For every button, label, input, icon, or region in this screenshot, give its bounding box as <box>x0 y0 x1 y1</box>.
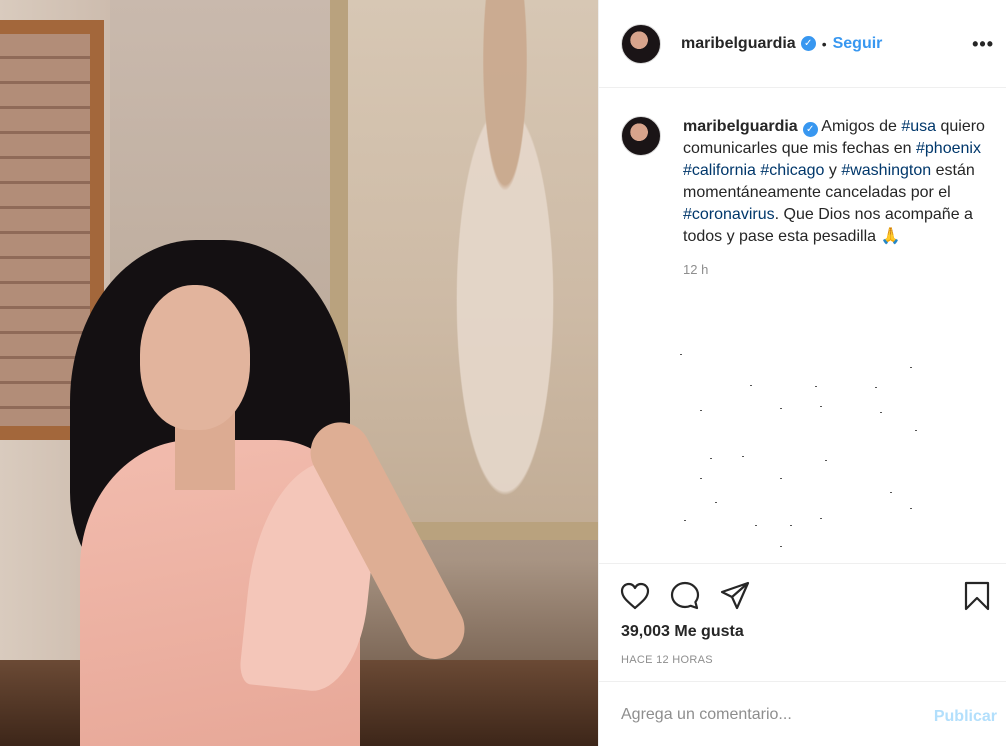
hashtag-link[interactable]: #chicago <box>760 162 824 179</box>
hashtag-link[interactable]: #usa <box>901 118 936 135</box>
avatar[interactable] <box>621 23 661 64</box>
hashtag-link[interactable]: #phoenix <box>916 140 981 157</box>
header-separator: • <box>821 35 827 52</box>
compression-specks <box>660 350 940 550</box>
hashtag-link[interactable]: #washington <box>841 162 931 179</box>
caption-text-part: y <box>824 162 842 179</box>
caption-username[interactable]: maribelguardia <box>683 118 798 135</box>
bookmark-icon[interactable] <box>961 580 993 612</box>
share-icon[interactable] <box>719 580 751 612</box>
hashtag-link[interactable]: #california <box>683 162 756 179</box>
photo-painting <box>430 0 580 500</box>
header-username[interactable]: maribelguardia <box>681 35 796 53</box>
caption-avatar[interactable] <box>621 116 661 156</box>
heart-icon[interactable] <box>619 580 651 612</box>
more-icon[interactable]: ••• <box>972 34 994 55</box>
action-icons <box>619 580 751 612</box>
caption-text: maribelguardia ✓ Amigos de #usa quiero co… <box>683 116 991 248</box>
comment-bar: Publicar <box>599 681 1006 746</box>
caption-timestamp[interactable]: 12 h <box>683 262 991 277</box>
praying-hands-icon: 🙏 <box>880 228 901 245</box>
post-photo[interactable] <box>0 0 598 746</box>
follow-button[interactable]: Seguir <box>833 35 883 53</box>
comment-input[interactable] <box>621 706 911 724</box>
publish-button[interactable]: Publicar <box>934 708 997 726</box>
comment-icon[interactable] <box>669 580 701 612</box>
caption-verified-icon: ✓ <box>802 122 818 137</box>
post-header: maribelguardia ✓ • Seguir ••• <box>599 0 1006 88</box>
caption-text-part: Amigos de <box>821 118 902 135</box>
verified-badge-icon: ✓ <box>800 36 816 51</box>
post-caption: maribelguardia ✓ Amigos de #usa quiero co… <box>621 116 991 277</box>
likes-count[interactable]: 39,003 Me gusta <box>621 623 744 641</box>
photo-face <box>140 285 250 430</box>
post-actions: 39,003 Me gusta HACE 12 HORAS Publicar <box>599 563 1006 746</box>
hashtag-link[interactable]: #coronavirus <box>683 206 775 223</box>
post-time-ago[interactable]: HACE 12 HORAS <box>621 654 713 666</box>
